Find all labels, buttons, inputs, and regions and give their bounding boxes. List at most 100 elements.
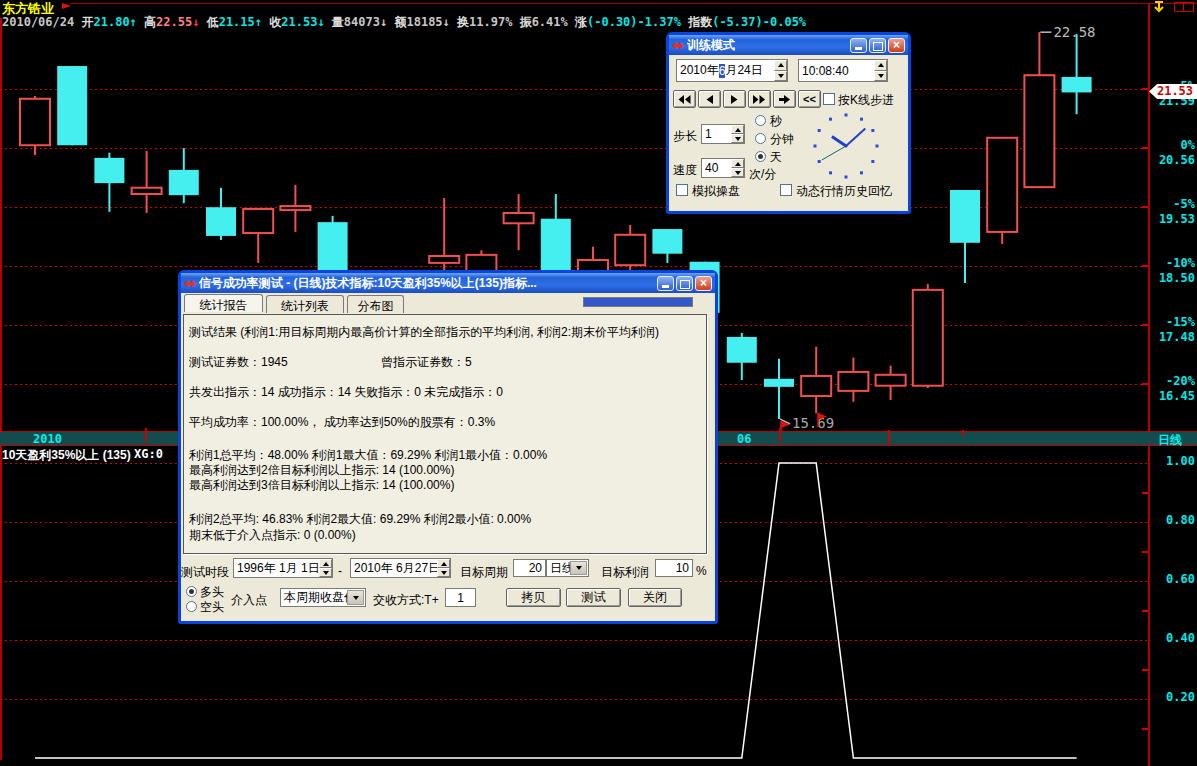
indicator-axis-label: 0.20 (1166, 690, 1195, 704)
fast-forward-button[interactable] (748, 90, 771, 108)
jump-end-button[interactable] (773, 90, 796, 108)
minimize-button[interactable] (657, 276, 674, 291)
radio-minute-label: 分钟 (770, 131, 794, 148)
time-spinner[interactable] (874, 60, 887, 81)
cycle-unit-combo[interactable]: 日线 (546, 559, 589, 577)
tab-distribution[interactable]: 分布图 (347, 295, 404, 313)
app-icon: ◆◆ (184, 279, 194, 288)
date-spinner[interactable] (774, 60, 787, 81)
fast-back-button[interactable]: << (798, 90, 821, 108)
indicator-xg-value: XG:0 (134, 447, 163, 461)
candle (913, 284, 943, 388)
to-date-spinner[interactable] (437, 559, 450, 577)
candle (57, 66, 87, 145)
price-axis-label: 20.56 (1159, 153, 1195, 167)
to-date-input[interactable]: 2010年 6月27日 (350, 558, 451, 578)
date-selected: 6 (719, 64, 726, 78)
report-line: 期末低于介入点指示: 0 (0.00%) (189, 527, 356, 544)
price-axis-label: 17.48 (1159, 330, 1195, 344)
indicator-axis-label: 1.00 (1166, 454, 1195, 468)
timeline-tick (888, 430, 890, 444)
speed-spinner[interactable] (731, 159, 744, 177)
profit-input[interactable]: 10 (655, 559, 693, 577)
step-back-button[interactable] (698, 90, 721, 108)
copy-button[interactable]: 拷贝 (506, 588, 561, 607)
simulate-checkbox[interactable] (676, 184, 688, 196)
report-line: 曾指示证券数：5 (381, 354, 472, 371)
candle (615, 225, 645, 272)
close-dialog-button[interactable]: 关闭 (628, 588, 682, 607)
kline-step-checkbox[interactable] (823, 93, 835, 105)
indicator-axis-label: 0.60 (1166, 572, 1195, 586)
time-text: 10:08:40 (802, 64, 849, 78)
radio-day[interactable] (755, 151, 766, 162)
radio-day-label: 天 (770, 149, 782, 166)
candle (243, 209, 273, 263)
timeline-month: 06 (737, 432, 751, 446)
maximize-button[interactable] (676, 276, 693, 291)
test-button[interactable]: 测试 (566, 588, 621, 607)
price-axis-label: 16.45 (1159, 389, 1195, 403)
candle (987, 138, 1017, 244)
pct-axis-label: -10% (1166, 256, 1195, 270)
from-date-spinner[interactable] (319, 559, 332, 577)
pct-axis-label: -5% (1173, 197, 1195, 211)
minimize-button[interactable] (850, 38, 867, 53)
price-axis-label: 18.50 (1159, 271, 1195, 285)
candle (20, 96, 50, 155)
tdx-app: 东方锆业 2010/06/24 开21.80↑ 高22.55↓ 低21.15↑ … (0, 0, 1197, 766)
report-line: 最高利润达到3倍目标利润以上指示: 14 (100.00%) (189, 477, 454, 494)
radio-short-label: 空头 (200, 599, 224, 616)
analog-clock (809, 109, 885, 183)
radio-long[interactable] (186, 586, 197, 597)
radio-short[interactable] (186, 601, 197, 612)
candle (1062, 34, 1092, 114)
candle (727, 333, 757, 380)
dropdown-arrow-icon[interactable] (347, 590, 364, 605)
radio-second[interactable] (755, 115, 766, 126)
dropdown-arrow-icon[interactable] (570, 561, 587, 575)
candle (838, 358, 868, 402)
dynamic-history-checkbox[interactable] (780, 184, 792, 196)
timeline-tick (962, 430, 964, 436)
report-line: 测试结果 (利润1:用目标周期内最高价计算的全部指示的平均利润, 利润2:期末价… (189, 324, 659, 341)
report-panel: 测试结果 (利润1:用目标周期内最高价计算的全部指示的平均利润, 利润2:期末价… (183, 314, 707, 554)
simulate-label: 模拟操盘 (692, 183, 740, 200)
entry-point-combo[interactable]: 本周期收盘价 (280, 588, 366, 607)
play-button[interactable] (723, 90, 746, 108)
price-axis-label: 19.53 (1159, 212, 1195, 226)
date-text2: 月24日 (725, 62, 762, 79)
radio-minute[interactable] (755, 133, 766, 144)
tab-list[interactable]: 统计列表 (266, 295, 344, 313)
indicator-title: 10天盈利35%以上 (135) (2, 447, 131, 464)
close-button[interactable] (888, 38, 905, 53)
report-line: 利润2总平均: 46.83% 利润2最大值: 69.29% 利润2最小值: 0.… (189, 511, 531, 528)
kline-step-label: 按K线步进 (838, 92, 894, 109)
dynamic-history-label: 动态行情历史回忆 (796, 183, 892, 200)
percent-label: % (696, 564, 707, 578)
from-date-input[interactable]: 1996年 1月 1日 (233, 558, 333, 578)
settle-input[interactable]: 1 (445, 588, 476, 607)
close-button[interactable] (695, 276, 712, 291)
indicator-axis-label: 0.40 (1166, 631, 1195, 645)
step-spinner[interactable] (731, 125, 744, 143)
target-profit-label: 目标利润 (601, 564, 649, 581)
test-period-label: 测试时段 (181, 564, 229, 581)
speed-unit-label: 次/分 (749, 166, 776, 183)
test-dialog-titlebar[interactable]: ◆◆ 信号成功率测试 - (日线)技术指标:10天盈利35%以上(135)指标.… (181, 273, 715, 293)
settle-mode-label: 交收方式:T+ (373, 592, 439, 609)
candle (132, 151, 162, 213)
timeline-tick (779, 428, 781, 442)
cycle-input[interactable]: 20 (513, 559, 546, 577)
report-line: 平均成功率：100.00%， 成功率达到50%的股票有：0.3% (189, 414, 495, 431)
rewind-button[interactable] (673, 90, 696, 108)
training-dialog-titlebar[interactable]: ◆◆ 训练模式 (669, 35, 908, 55)
candle (504, 194, 534, 250)
current-price-tag: 21.53 (1149, 84, 1197, 99)
maximize-button[interactable] (869, 38, 886, 53)
date-input[interactable]: 2010年 6月24日 (676, 59, 788, 82)
progress-bar (583, 297, 693, 307)
entry-point-label: 介入点 (231, 592, 267, 609)
candle (950, 190, 980, 283)
tab-report[interactable]: 统计报告 (184, 294, 263, 312)
